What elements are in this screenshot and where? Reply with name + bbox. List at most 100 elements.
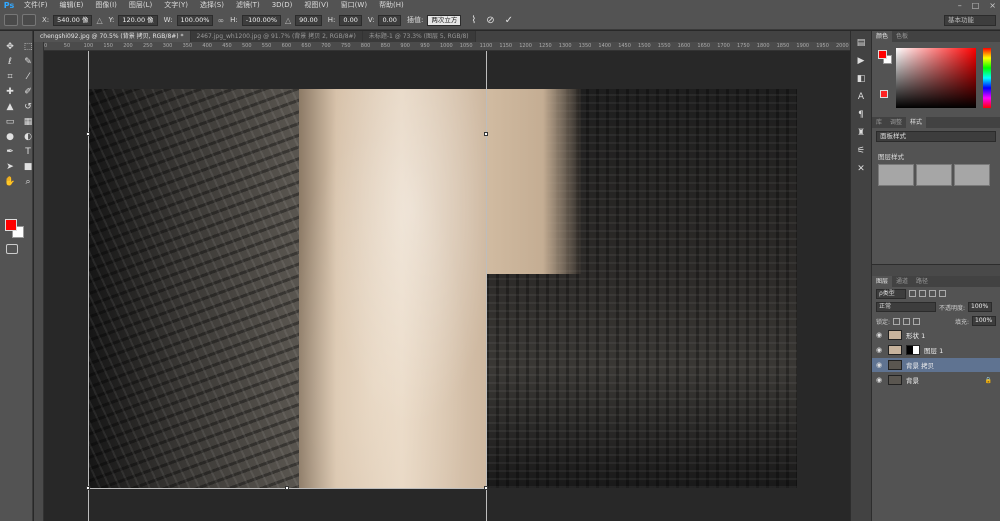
history-panel-icon[interactable]: ▤: [854, 37, 868, 49]
brush-tool-icon[interactable]: ✐: [21, 86, 35, 98]
paragraph-panel-icon[interactable]: ¶: [854, 109, 868, 121]
foreground-color-swatch[interactable]: [5, 219, 17, 231]
transform-handle[interactable]: [86, 486, 90, 490]
dodge-tool-icon[interactable]: ◐: [21, 131, 35, 143]
type-tool-icon[interactable]: T: [21, 146, 35, 158]
delta-icon[interactable]: △: [96, 16, 102, 25]
reference-point-icon[interactable]: [22, 14, 36, 26]
tab-channels[interactable]: 通道: [892, 276, 912, 287]
tab-paths[interactable]: 路径: [912, 276, 932, 287]
menu-type[interactable]: 文字(Y): [158, 0, 194, 11]
layer-mask-thumbnail[interactable]: [906, 345, 920, 355]
zoom-tool-icon[interactable]: ⌕: [21, 176, 35, 188]
link-icon[interactable]: ∞: [217, 16, 224, 25]
layer-name[interactable]: 背景: [906, 375, 919, 385]
x-field[interactable]: 540.00 像: [53, 14, 93, 26]
visibility-eye-icon[interactable]: ◉: [876, 376, 884, 384]
layer-row-background[interactable]: ◉ 背景 🔒: [872, 373, 1000, 387]
hskew-field[interactable]: 0.00: [339, 14, 362, 26]
color-field[interactable]: [896, 48, 976, 108]
width-field[interactable]: 100.00%: [176, 14, 214, 26]
filter-adjust-icon[interactable]: [919, 290, 926, 297]
canvas-area[interactable]: [44, 51, 850, 521]
layer-row-shape[interactable]: ◉ 形状 1: [872, 328, 1000, 342]
lock-position-icon[interactable]: [913, 317, 921, 325]
style-swatch[interactable]: [916, 164, 952, 186]
quick-mask-button[interactable]: [6, 244, 18, 254]
menu-file[interactable]: 文件(F): [18, 0, 54, 11]
layer-name[interactable]: 形状 1: [906, 330, 925, 340]
layer-kind-filter[interactable]: ρ类型: [876, 288, 906, 299]
menu-help[interactable]: 帮助(H): [373, 0, 410, 11]
menu-view[interactable]: 视图(V): [298, 0, 334, 11]
layer-row-layer1[interactable]: ◉ 图层 1: [872, 343, 1000, 357]
lock-transparent-icon[interactable]: [893, 317, 901, 325]
hand-tool-icon[interactable]: ✋: [3, 176, 17, 188]
tab-adjustments[interactable]: 调整: [886, 117, 906, 128]
panel-fg-swatch[interactable]: [878, 50, 887, 59]
healing-tool-icon[interactable]: ✚: [3, 86, 17, 98]
vskew-field[interactable]: 0.00: [378, 14, 401, 26]
menu-3d[interactable]: 3D(D): [266, 0, 299, 11]
blur-tool-icon[interactable]: ●: [3, 131, 17, 143]
fill-field[interactable]: 100%: [972, 316, 996, 326]
tab-2467[interactable]: 2467.jpg_wh1200.jpg @ 91.7% (背景 拷贝 2, RG…: [190, 31, 363, 42]
tab-libraries[interactable]: 库: [872, 117, 886, 128]
history-brush-icon[interactable]: ↺: [21, 101, 35, 113]
opacity-field[interactable]: 100%: [968, 302, 993, 312]
tab-styles[interactable]: 样式: [906, 117, 927, 128]
tab-color[interactable]: 颜色: [872, 31, 893, 42]
pen-tool-icon[interactable]: ✒: [3, 146, 17, 158]
height-field[interactable]: -100.00%: [241, 14, 282, 26]
transform-handle[interactable]: [86, 132, 90, 136]
style-swatch[interactable]: [878, 164, 914, 186]
style-preset-select[interactable]: 面板样式: [876, 131, 996, 142]
transform-handle[interactable]: [484, 486, 488, 490]
workspace-select[interactable]: 基本功能: [944, 15, 996, 26]
tab-swatches[interactable]: 色板: [892, 31, 912, 42]
character-panel-icon[interactable]: A: [854, 91, 868, 103]
eyedropper-tool-icon[interactable]: ⁄: [21, 71, 35, 83]
commit-transform-icon[interactable]: ✓: [505, 15, 513, 26]
cancel-transform-icon[interactable]: ⊘: [486, 15, 494, 26]
move-tool-icon[interactable]: ✥: [3, 41, 17, 53]
crop-tool-icon[interactable]: ⌗: [3, 71, 17, 83]
tools-extra-icon[interactable]: ✕: [854, 163, 868, 175]
visibility-eye-icon[interactable]: ◉: [876, 361, 884, 369]
interpolation-select[interactable]: 两次立方: [427, 14, 462, 26]
brush-panel-icon[interactable]: ♜: [854, 127, 868, 139]
tool-preset-icon[interactable]: [4, 14, 18, 26]
lock-pixels-icon[interactable]: [903, 317, 911, 325]
filter-type-icon[interactable]: [929, 290, 936, 297]
layer-name[interactable]: 背景 拷贝: [906, 360, 934, 370]
tab-chengshi[interactable]: chengshi092.jpg @ 70.5% (背景 拷贝, RGB/8#) …: [34, 31, 191, 42]
layer-name[interactable]: 图层 1: [924, 345, 943, 355]
adjust-panel-icon[interactable]: ⚟: [854, 145, 868, 157]
menu-edit[interactable]: 编辑(E): [54, 0, 90, 11]
path-select-tool-icon[interactable]: ➤: [3, 161, 17, 173]
quick-select-tool-icon[interactable]: ✎: [21, 56, 35, 68]
warp-icon[interactable]: ⌇: [471, 15, 476, 26]
angle-field[interactable]: 90.00: [295, 14, 322, 26]
transform-handle[interactable]: [285, 486, 289, 490]
transform-handle[interactable]: [484, 132, 488, 136]
document-image[interactable]: [89, 89, 797, 488]
maximize-icon[interactable]: □: [972, 0, 980, 11]
shape-tool-icon[interactable]: ■: [21, 161, 35, 173]
eraser-tool-icon[interactable]: ▭: [3, 116, 17, 128]
actions-panel-icon[interactable]: ▶: [854, 55, 868, 67]
style-swatch[interactable]: [954, 164, 990, 186]
blend-mode-select[interactable]: 正常: [876, 302, 936, 312]
layer-row-bg-copy[interactable]: ◉ 背景 拷贝: [872, 358, 1000, 372]
marquee-tool-icon[interactable]: ⬚: [21, 41, 35, 53]
menu-layer[interactable]: 图层(L): [123, 0, 158, 11]
stamp-tool-icon[interactable]: ▲: [3, 101, 17, 113]
menu-window[interactable]: 窗口(W): [335, 0, 373, 11]
minimize-icon[interactable]: –: [958, 0, 962, 11]
tab-untitled[interactable]: 未标题-1 @ 73.3% (图层 5, RGB/8): [362, 31, 476, 42]
menu-select[interactable]: 选择(S): [194, 0, 230, 11]
tab-layers[interactable]: 图层: [872, 276, 893, 287]
y-field[interactable]: 120.00 像: [118, 14, 158, 26]
properties-panel-icon[interactable]: ◧: [854, 73, 868, 85]
filter-pixel-icon[interactable]: [909, 290, 916, 297]
